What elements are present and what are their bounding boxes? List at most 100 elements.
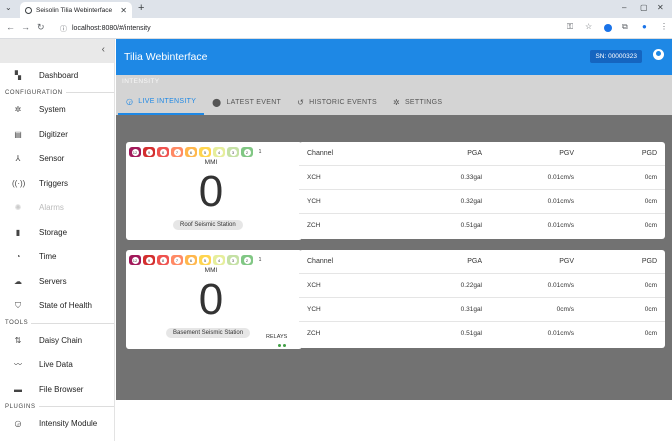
mmi-scale: 12 9 8 7 6 5 4 3 2 1 bbox=[129, 255, 303, 265]
account-icon[interactable] bbox=[653, 49, 664, 60]
mmi-level-4-badge: 4 bbox=[213, 147, 225, 157]
gauge-icon: ◶ bbox=[14, 419, 22, 429]
mmi-level-3-badge: 3 bbox=[227, 147, 239, 157]
relay-2-status-icon bbox=[283, 344, 286, 347]
back-icon[interactable]: ← bbox=[6, 22, 15, 32]
cell-pgv: 0.01cm/s bbox=[547, 174, 574, 181]
mmi-level-label: 3 bbox=[229, 256, 237, 264]
extensions-puzzle-icon[interactable]: ⧉ bbox=[622, 22, 628, 32]
sidebar-item-alarms: ✺ Alarms bbox=[0, 196, 114, 221]
sidebar-item-system[interactable]: ✲ System bbox=[0, 98, 114, 123]
profile-icon[interactable]: ● bbox=[642, 22, 647, 31]
mmi-value: 0 bbox=[198, 275, 224, 324]
sidebar-item-servers[interactable]: ☁ Servers bbox=[0, 269, 114, 294]
tab-label: SETTINGS bbox=[404, 98, 443, 106]
mmi-level-12-badge: 12 bbox=[129, 255, 141, 265]
cell-pgd: 0cm bbox=[644, 330, 657, 337]
cell-channel: XCH bbox=[307, 282, 321, 289]
sidebar-item-digitizer[interactable]: ▤ Digitizer bbox=[0, 122, 114, 147]
daisy-chain-icon: ⇅ bbox=[14, 335, 22, 345]
mmi-label: MMI bbox=[204, 267, 218, 274]
cell-pgd: 0cm bbox=[644, 174, 657, 181]
sidebar-item-storage[interactable]: ▮ Storage bbox=[0, 220, 114, 245]
table-row: ZCH 0.51gal 0.01cm/s 0cm bbox=[299, 214, 665, 238]
sidebar-item-intensity-module[interactable]: ◶ Intensity Module bbox=[0, 412, 114, 437]
sidebar-collapse-icon[interactable]: ‹ bbox=[0, 39, 114, 63]
browser-tab[interactable]: Seisolin Tilia Webinterface ✕ bbox=[20, 2, 132, 18]
cell-pgd: 0cm bbox=[644, 306, 657, 313]
cell-channel: XCH bbox=[307, 174, 321, 181]
sidebar-item-dashboard[interactable]: ▚ Dashboard bbox=[0, 63, 114, 88]
mmi-level-label: 7 bbox=[173, 148, 181, 156]
maximize-icon[interactable]: ▢ bbox=[640, 3, 648, 12]
mmi-level-label: 2 bbox=[243, 148, 251, 156]
browser-menu-icon[interactable]: ⋮ bbox=[660, 22, 668, 31]
mmi-level-label: 7 bbox=[173, 256, 181, 264]
mmi-level-label: 1 bbox=[258, 148, 262, 155]
header-pgv: PGV bbox=[559, 258, 574, 265]
mmi-level-8-badge: 8 bbox=[157, 255, 169, 265]
new-tab-icon[interactable]: + bbox=[138, 2, 144, 14]
bookmark-star-icon[interactable]: ☆ bbox=[585, 22, 592, 31]
tab-live-intensity[interactable]: ◶ LIVE INTENSITY bbox=[118, 89, 205, 115]
sidebar-item-state-of-health[interactable]: ⛉ State of Health bbox=[0, 294, 114, 319]
sidebar-item-sensor[interactable]: ⅄ Sensor bbox=[0, 147, 114, 172]
relay-status-indicators bbox=[278, 344, 286, 347]
close-tab-icon[interactable]: ✕ bbox=[120, 6, 127, 15]
tab-settings[interactable]: ✲ SETTINGS bbox=[385, 89, 450, 115]
site-info-icon[interactable]: ⓘ bbox=[60, 24, 67, 34]
trend-icon: 〰 bbox=[14, 360, 22, 370]
mmi-label: MMI bbox=[204, 159, 218, 166]
mmi-level-label: 3 bbox=[229, 148, 237, 156]
sidebar-item-label: Live Data bbox=[39, 360, 73, 370]
section-tools: TOOLS bbox=[0, 318, 114, 328]
relays-label: RELAYS bbox=[266, 334, 288, 340]
sidebar: ‹ ▚ Dashboard CONFIGURATION ✲ System ▤ Dig… bbox=[0, 39, 115, 441]
sensor-icon: ⅄ bbox=[15, 154, 21, 164]
tab-historic-events[interactable]: ↺ HISTORIC EVENTS bbox=[289, 89, 385, 115]
cell-pgv: 0.01cm/s bbox=[547, 222, 574, 229]
header-pgd: PGD bbox=[641, 150, 657, 157]
mmi-level-7-badge: 7 bbox=[171, 255, 183, 265]
tab-list-icon[interactable]: ⌄ bbox=[5, 3, 12, 12]
extension-icon[interactable] bbox=[604, 24, 612, 32]
sidebar-item-label: File Browser bbox=[39, 384, 84, 394]
sidebar-item-label: Sensor bbox=[39, 154, 65, 164]
sidebar-item-time[interactable]: ◔ Time bbox=[0, 245, 114, 270]
sidebar-item-triggers[interactable]: ((·)) Triggers bbox=[0, 171, 114, 196]
reload-icon[interactable]: ↻ bbox=[37, 22, 45, 33]
tab-latest-event[interactable]: ⬤ LATEST EVENT bbox=[204, 89, 289, 115]
history-icon: ↺ bbox=[297, 97, 305, 107]
mmi-level-label: 5 bbox=[201, 256, 209, 264]
sidebar-item-live-data[interactable]: 〰 Live Data bbox=[0, 353, 114, 378]
sidebar-item-label: System bbox=[39, 105, 66, 115]
sidebar-item-daisy-chain[interactable]: ⇅ Daisy Chain bbox=[0, 328, 114, 353]
shield-icon: ⛉ bbox=[15, 300, 21, 310]
table-row: XCH 0.22gal 0.01cm/s 0cm bbox=[299, 274, 665, 298]
url-field[interactable]: ⓘ localhost:8080/#/intensity bbox=[56, 21, 596, 36]
gear-icon: ✲ bbox=[14, 105, 22, 115]
mmi-level-label: 12 bbox=[131, 256, 139, 264]
table-header: Channel PGA PGV PGD bbox=[299, 250, 665, 274]
forward-icon[interactable]: → bbox=[21, 22, 30, 32]
app-bar: Tilia Webinterface bbox=[116, 39, 672, 75]
address-bar: ← → ↻ ⓘ localhost:8080/#/intensity ⚿ ☆ ⧉… bbox=[0, 18, 672, 39]
digitizer-icon: ▤ bbox=[14, 129, 22, 139]
mmi-level-label: 5 bbox=[201, 148, 209, 156]
cell-pga: 0.31gal bbox=[460, 306, 482, 313]
sidebar-item-file-browser[interactable]: ▬ File Browser bbox=[0, 377, 114, 402]
mmi-level-label: 6 bbox=[187, 256, 195, 264]
tab-label: LATEST EVENT bbox=[226, 98, 282, 106]
close-window-icon[interactable]: ✕ bbox=[657, 3, 664, 12]
wave-icon: ((·)) bbox=[12, 178, 26, 188]
mmi-level-8-badge: 8 bbox=[157, 147, 169, 157]
mmi-level-5-badge: 5 bbox=[199, 255, 211, 265]
minimize-icon[interactable]: – bbox=[622, 3, 626, 12]
password-key-icon[interactable]: ⚿ bbox=[567, 22, 573, 32]
sidebar-item-label: Daisy Chain bbox=[39, 335, 83, 345]
relay-1-status-icon bbox=[278, 344, 281, 347]
sidebar-item-label: Alarms bbox=[39, 203, 64, 213]
mmi-level-2-badge: 2 bbox=[241, 255, 253, 265]
tab-label: HISTORIC EVENTS bbox=[309, 98, 377, 106]
browser-tab-bar: ⌄ Seisolin Tilia Webinterface ✕ + – ▢ ✕ bbox=[0, 0, 672, 18]
